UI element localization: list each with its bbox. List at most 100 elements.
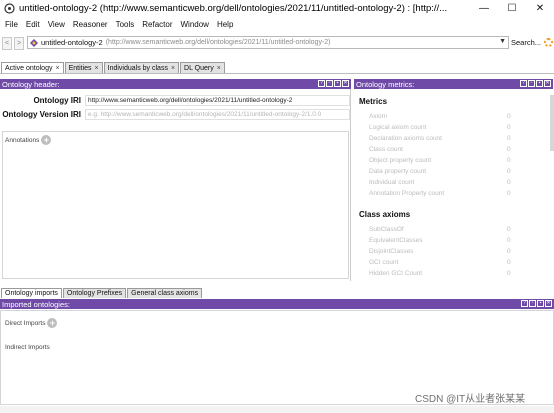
metric-row: Axiom 0	[369, 111, 539, 122]
chevron-down-icon[interactable]: ▼	[499, 38, 506, 45]
close-view-icon[interactable]: ✕	[544, 80, 551, 87]
menu-refactor[interactable]: Refactor	[139, 20, 175, 29]
tab-dl-query[interactable]: DL Query ×	[180, 62, 225, 73]
metric-label: Annotation Property count	[369, 190, 445, 197]
tab-label: Active ontology	[5, 64, 53, 72]
metric-label: Class count	[369, 146, 403, 153]
forward-button[interactable]: >	[14, 36, 24, 50]
close-view-icon[interactable]: ✕	[342, 80, 349, 87]
tab-ontology-imports[interactable]: Ontology imports	[1, 288, 62, 298]
title-bar: untitled-ontology-2 (http://www.semantic…	[0, 0, 554, 16]
class-axiom-row: GCI count 0	[369, 257, 539, 268]
metric-label: SubClassOf	[369, 226, 404, 233]
metric-row: Object property count 0	[369, 155, 539, 166]
class-axiom-row: Hidden GCI Count 0	[369, 268, 539, 279]
active-ontology-selector[interactable]: untitled-ontology-2 (http://www.semantic…	[27, 36, 509, 49]
split-icon[interactable]: ▪	[537, 300, 544, 307]
maximize-button[interactable]: ☐	[498, 0, 526, 16]
tab-general-class-axioms[interactable]: General class axioms	[127, 288, 203, 298]
metric-label: Declaration axioms count	[369, 135, 442, 142]
annotations-label: Annotations	[5, 136, 40, 144]
close-tab-icon[interactable]: ×	[55, 65, 59, 72]
close-button[interactable]: ✕	[526, 0, 554, 16]
float-icon[interactable]: ▫	[528, 80, 535, 87]
close-tab-icon[interactable]: ×	[95, 65, 99, 72]
menu-file[interactable]: File	[2, 20, 21, 29]
metric-label: EquivalentClasses	[369, 237, 423, 244]
ontology-header-panel-header: Ontology header: ? ▫ ▪ ✕	[0, 79, 351, 89]
metric-label: Individual count	[369, 179, 415, 186]
metric-value: 0	[507, 124, 511, 131]
indirect-imports-row: Indirect Imports	[5, 344, 50, 351]
ontology-uri: (http://www.semanticweb.org/dell/ontolog…	[105, 39, 331, 46]
minimize-button[interactable]: —	[470, 0, 498, 16]
metric-row: Logical axiom count 0	[369, 122, 539, 133]
close-view-icon[interactable]: ✕	[545, 300, 552, 307]
metric-label: DisjointClasses	[369, 248, 414, 255]
main-tab-bar: Active ontology × Entities × Individuals…	[0, 62, 554, 74]
ontology-header-panel: Ontology IRI http://www.semanticweb.org/…	[0, 89, 351, 281]
annotations-row: Annotations +	[5, 135, 348, 145]
metric-label: Axiom	[369, 113, 388, 120]
imported-ontologies-panel-header: Imported ontologies: ? ▫ ▪ ✕	[0, 299, 554, 309]
metric-value: 0	[507, 237, 511, 244]
help-icon[interactable]: ?	[318, 80, 325, 87]
tab-ontology-prefixes[interactable]: Ontology Prefixes	[62, 288, 127, 298]
metric-value: 0	[507, 270, 511, 277]
tab-individuals-by-class[interactable]: Individuals by class ×	[103, 62, 180, 73]
metric-value: 0	[507, 157, 511, 164]
menu-help[interactable]: Help	[214, 20, 236, 29]
menu-reasoner[interactable]: Reasoner	[70, 20, 111, 29]
metric-value: 0	[507, 226, 511, 233]
metric-value: 0	[507, 168, 511, 175]
ontology-metrics-panel-header: Ontology metrics: ? ▫ ▪ ✕	[354, 79, 553, 89]
annotations-box: Annotations +	[2, 131, 349, 279]
tab-label: DL Query	[184, 64, 214, 72]
metrics-scrollbar[interactable]	[550, 95, 554, 151]
ontology-icon	[30, 38, 38, 47]
search-button[interactable]: Search...	[510, 36, 542, 49]
tab-active-ontology[interactable]: Active ontology ×	[1, 62, 64, 73]
metric-value: 0	[507, 190, 511, 197]
add-import-icon[interactable]: +	[47, 318, 58, 328]
close-tab-icon[interactable]: ×	[217, 65, 221, 72]
ontology-metrics-panel: Metrics Axiom 0 Logical axiom count 0 Decl…	[354, 89, 553, 281]
split-icon[interactable]: ▪	[334, 80, 341, 87]
float-icon[interactable]: ▫	[529, 300, 536, 307]
metric-value: 0	[507, 248, 511, 255]
class-axiom-row: EquivalentClasses 0	[369, 235, 539, 246]
class-axiom-row: SubClassOf 0	[369, 224, 539, 235]
menu-window[interactable]: Window	[178, 20, 212, 29]
close-tab-icon[interactable]: ×	[171, 65, 175, 72]
metric-label: Data property count	[369, 168, 427, 175]
tab-entities[interactable]: Entities ×	[64, 62, 103, 73]
metric-row: Data property count 0	[369, 166, 539, 177]
indirect-imports-label: Indirect Imports	[5, 344, 50, 351]
metric-value: 0	[507, 135, 511, 142]
panel-controls: ? ▫ ▪ ✕	[520, 300, 552, 307]
metric-label: Logical axiom count	[369, 124, 427, 131]
metric-label: Hidden GCI Count	[369, 270, 423, 277]
metrics-heading: Metrics	[359, 97, 388, 106]
menu-view[interactable]: View	[45, 20, 68, 29]
ontology-version-iri-field[interactable]: e.g. http://www.semanticweb.org/dell/ont…	[85, 108, 350, 120]
menu-tools[interactable]: Tools	[113, 20, 138, 29]
metric-row: Annotation Property count 0	[369, 188, 539, 199]
metric-label: Object property count	[369, 157, 432, 164]
help-icon[interactable]: ?	[520, 80, 527, 87]
status-strip	[0, 406, 554, 413]
metric-value: 0	[507, 259, 511, 266]
ontology-name: untitled-ontology-2	[41, 38, 103, 47]
float-icon[interactable]: ▫	[326, 80, 333, 87]
ontology-version-iri-label: Ontology Version IRI	[2, 109, 81, 119]
back-button[interactable]: <	[2, 36, 12, 50]
ontology-iri-field[interactable]: http://www.semanticweb.org/dell/ontologi…	[85, 94, 350, 106]
split-icon[interactable]: ▪	[536, 80, 543, 87]
help-icon[interactable]: ?	[521, 300, 528, 307]
menu-edit[interactable]: Edit	[23, 20, 43, 29]
metric-value: 0	[507, 146, 511, 153]
metric-row: Class count 0	[369, 144, 539, 155]
panel-title: Ontology header:	[2, 79, 60, 89]
loading-spinner-icon	[544, 38, 553, 47]
add-annotation-icon[interactable]: +	[41, 135, 52, 145]
